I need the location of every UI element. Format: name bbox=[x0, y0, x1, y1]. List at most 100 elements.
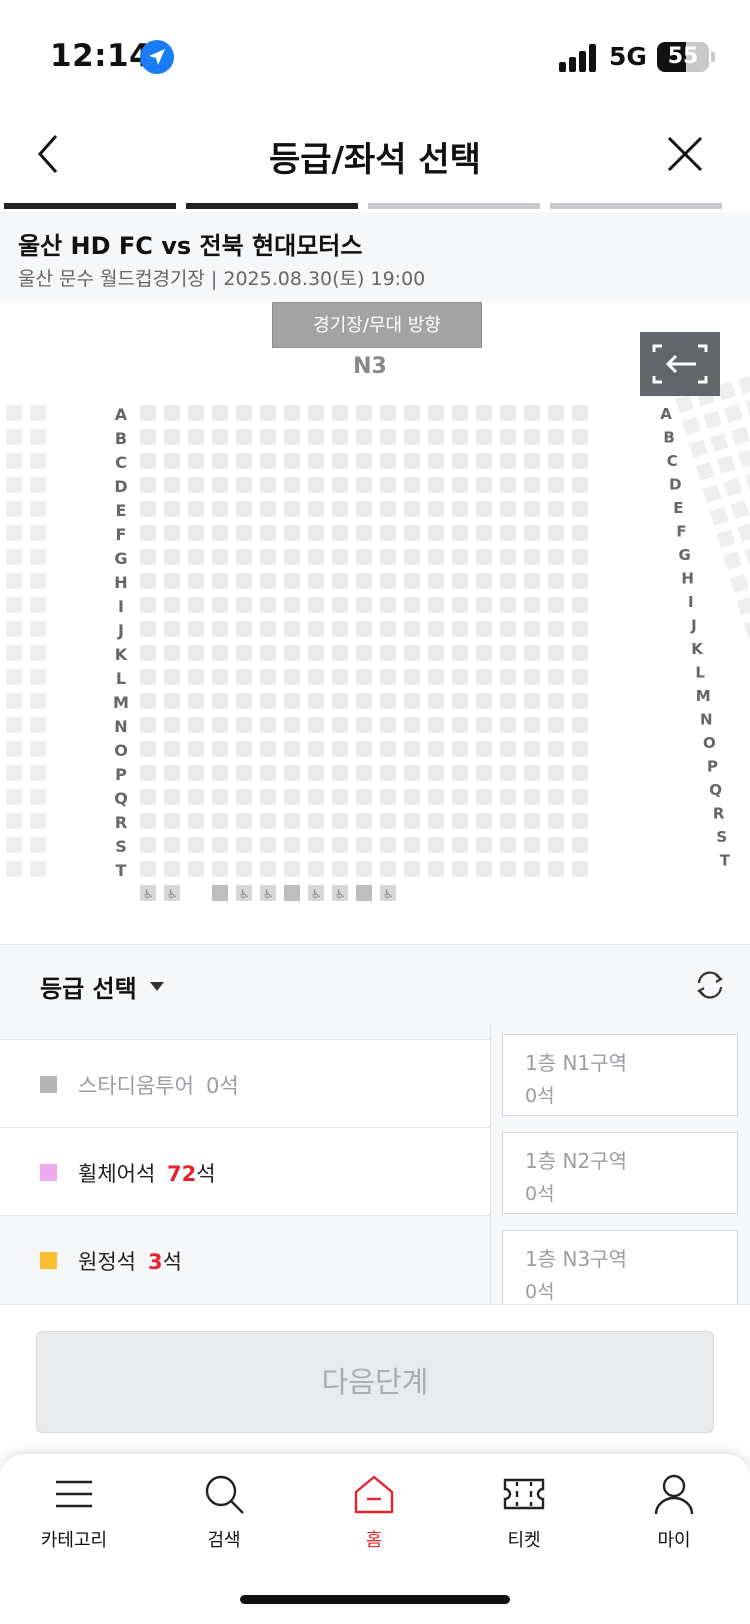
seat[interactable] bbox=[476, 429, 492, 445]
seat[interactable] bbox=[500, 717, 516, 733]
seat[interactable] bbox=[428, 669, 444, 685]
seat[interactable] bbox=[332, 501, 348, 517]
seat[interactable] bbox=[524, 621, 540, 637]
seat[interactable] bbox=[524, 645, 540, 661]
seat[interactable] bbox=[675, 394, 694, 414]
seat[interactable] bbox=[308, 621, 324, 637]
seat[interactable] bbox=[452, 549, 468, 565]
seat[interactable] bbox=[500, 861, 516, 877]
seat[interactable] bbox=[572, 837, 588, 853]
seat[interactable] bbox=[404, 501, 420, 517]
seat[interactable] bbox=[380, 621, 396, 637]
seat[interactable] bbox=[6, 477, 22, 493]
seat-map[interactable]: A B C D E F G H I J K L M N O P Q R S T ♿ ♿ ♿ ♿ ♿ ♿ ♿ A B C D E F G H I J K L M… bbox=[0, 302, 750, 944]
seat[interactable] bbox=[260, 573, 276, 589]
seat[interactable] bbox=[164, 765, 180, 781]
seat[interactable] bbox=[743, 619, 750, 638]
seat[interactable] bbox=[404, 789, 420, 805]
seat[interactable] bbox=[6, 669, 22, 685]
seat[interactable] bbox=[548, 549, 564, 565]
seat[interactable] bbox=[260, 405, 276, 421]
seat[interactable] bbox=[404, 405, 420, 421]
seat[interactable] bbox=[6, 741, 22, 757]
seat[interactable] bbox=[30, 717, 46, 733]
seat[interactable] bbox=[356, 645, 372, 661]
seat[interactable] bbox=[548, 645, 564, 661]
seat[interactable] bbox=[308, 861, 324, 877]
seat[interactable] bbox=[500, 429, 516, 445]
seat[interactable] bbox=[738, 375, 750, 394]
seat[interactable] bbox=[380, 597, 396, 613]
seat[interactable] bbox=[476, 405, 492, 421]
seat[interactable] bbox=[308, 429, 324, 445]
seat[interactable] bbox=[524, 429, 540, 445]
seat[interactable] bbox=[164, 741, 180, 757]
seat[interactable] bbox=[332, 717, 348, 733]
seat[interactable] bbox=[404, 741, 420, 757]
seat[interactable] bbox=[164, 621, 180, 637]
seat[interactable] bbox=[284, 501, 300, 517]
seat[interactable] bbox=[164, 645, 180, 661]
grade-item[interactable]: 스타디움투어 0석 bbox=[0, 1039, 490, 1127]
wheelchair-seat[interactable] bbox=[356, 885, 372, 901]
seat[interactable] bbox=[212, 717, 228, 733]
seat[interactable] bbox=[260, 789, 276, 805]
seat[interactable] bbox=[356, 837, 372, 853]
seat[interactable] bbox=[548, 765, 564, 781]
seat[interactable] bbox=[380, 405, 396, 421]
seat[interactable] bbox=[284, 525, 300, 541]
seat[interactable] bbox=[428, 573, 444, 589]
seat[interactable] bbox=[356, 405, 372, 421]
seat[interactable] bbox=[6, 501, 22, 517]
seat[interactable] bbox=[164, 573, 180, 589]
seat[interactable] bbox=[548, 741, 564, 757]
seat[interactable] bbox=[30, 645, 46, 661]
seat[interactable] bbox=[476, 765, 492, 781]
seat[interactable] bbox=[332, 597, 348, 613]
seat[interactable] bbox=[730, 500, 750, 520]
seat[interactable] bbox=[380, 549, 396, 565]
seat[interactable] bbox=[703, 410, 722, 430]
seat[interactable] bbox=[284, 405, 300, 421]
seat[interactable] bbox=[428, 693, 444, 709]
seat[interactable] bbox=[500, 621, 516, 637]
grade-item[interactable]: 원정석 3석 bbox=[0, 1215, 490, 1303]
seat[interactable] bbox=[452, 693, 468, 709]
seat[interactable] bbox=[30, 477, 46, 493]
seat[interactable] bbox=[524, 525, 540, 541]
seat[interactable] bbox=[404, 477, 420, 493]
seat[interactable] bbox=[500, 573, 516, 589]
seat[interactable] bbox=[332, 645, 348, 661]
seat[interactable] bbox=[260, 813, 276, 829]
seat[interactable] bbox=[260, 525, 276, 541]
seat[interactable] bbox=[188, 789, 204, 805]
seat[interactable] bbox=[452, 477, 468, 493]
seat[interactable] bbox=[548, 405, 564, 421]
seat[interactable] bbox=[188, 645, 204, 661]
seat[interactable] bbox=[356, 453, 372, 469]
seat[interactable] bbox=[140, 549, 156, 565]
seat[interactable] bbox=[212, 597, 228, 613]
grade-select-title[interactable]: 등급 선택 bbox=[40, 969, 137, 1004]
seat[interactable] bbox=[212, 549, 228, 565]
seat[interactable] bbox=[332, 525, 348, 541]
seat[interactable] bbox=[260, 501, 276, 517]
seat[interactable] bbox=[404, 717, 420, 733]
seat[interactable] bbox=[452, 765, 468, 781]
seat[interactable] bbox=[212, 501, 228, 517]
seat[interactable] bbox=[428, 429, 444, 445]
seat[interactable] bbox=[332, 765, 348, 781]
seat[interactable] bbox=[236, 837, 252, 853]
seat[interactable] bbox=[572, 429, 588, 445]
seat[interactable] bbox=[332, 621, 348, 637]
seat[interactable] bbox=[524, 669, 540, 685]
seat[interactable] bbox=[500, 453, 516, 469]
seat[interactable] bbox=[524, 573, 540, 589]
seat[interactable] bbox=[284, 693, 300, 709]
seat[interactable] bbox=[260, 597, 276, 613]
zone-card[interactable]: 1층 N1구역 0석 bbox=[502, 1034, 738, 1116]
seat[interactable] bbox=[688, 439, 708, 459]
seat[interactable] bbox=[140, 477, 156, 493]
seat[interactable] bbox=[164, 405, 180, 421]
seat[interactable] bbox=[356, 789, 372, 805]
